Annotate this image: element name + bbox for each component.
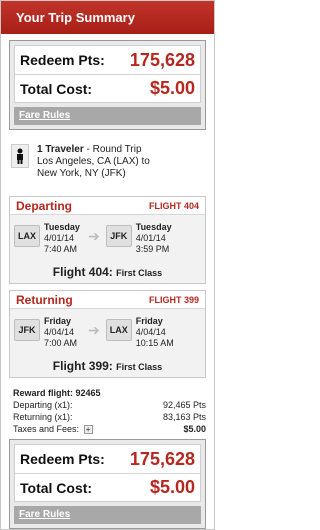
panel-title: Your Trip Summary bbox=[1, 1, 214, 34]
redeem-row-bottom: Redeem Pts: 175,628 bbox=[15, 445, 200, 473]
returning-from-code: JFK bbox=[14, 319, 40, 341]
redeem-label: Redeem Pts: bbox=[20, 52, 105, 68]
departing-cabin: First Class bbox=[116, 268, 163, 278]
departing-header: Departing FLIGHT 404 bbox=[10, 197, 205, 215]
departing-summary: Flight 404: First Class bbox=[10, 265, 205, 283]
redeem-row: Redeem Pts: 175,628 bbox=[15, 46, 200, 74]
reward-breakdown: Reward flight: 92465 Departing (x1): 92,… bbox=[13, 387, 206, 435]
departing-flight-summary: Flight 404: bbox=[52, 265, 113, 279]
traveler-info: 1 Traveler - Round Trip Los Angeles, CA … bbox=[11, 144, 206, 190]
redeem-value-bottom: 175,628 bbox=[129, 448, 195, 469]
total-value: $5.00 bbox=[149, 78, 195, 98]
returning-header: Returning FLIGHT 399 bbox=[10, 291, 205, 309]
departing-from-day: Tuesday bbox=[44, 222, 80, 232]
route-line-1: Los Angeles, CA (LAX) to bbox=[37, 156, 150, 167]
returning-body: JFK Friday 4/04/14 7:00 AM ➔ LAX Friday … bbox=[10, 309, 205, 359]
trip-summary-panel: Your Trip Summary Redeem Pts: 175,628 To… bbox=[0, 0, 215, 530]
departing-flight-box: Departing FLIGHT 404 LAX Tuesday 4/01/14… bbox=[9, 196, 206, 284]
reward-taxes-row: Taxes and Fees: + $5.00 bbox=[13, 423, 206, 435]
returning-to-time: 10:15 AM bbox=[135, 338, 174, 348]
returning-flight-summary: Flight 399: bbox=[52, 359, 113, 373]
departing-from-date: 4/01/14 bbox=[44, 233, 75, 243]
returning-title: Returning bbox=[16, 292, 73, 307]
departing-from-times: Tuesday 4/01/14 7:40 AM bbox=[44, 222, 86, 265]
total-row: Total Cost: $5.00 bbox=[15, 74, 200, 102]
total-row-bottom: Total Cost: $5.00 bbox=[15, 473, 200, 501]
returning-to-day: Friday bbox=[135, 316, 163, 326]
reward-returning-row: Returning (x1): 83,163 Pts bbox=[13, 411, 206, 423]
returning-from-times: Friday 4/04/14 7:00 AM bbox=[44, 316, 86, 359]
departing-to-times: Tuesday 4/01/14 3:59 PM bbox=[136, 222, 178, 265]
arrow-right-icon: ➔ bbox=[88, 322, 100, 338]
returning-to-code: LAX bbox=[105, 319, 132, 341]
fare-rules-link-bottom[interactable]: Fare Rules bbox=[14, 506, 201, 524]
departing-to-day: Tuesday bbox=[135, 222, 172, 232]
returning-summary: Flight 399: First Class bbox=[10, 359, 205, 377]
departing-to-date: 4/01/14 bbox=[135, 233, 166, 243]
reward-departing-value: 92,465 Pts bbox=[162, 400, 206, 410]
departing-from-code: LAX bbox=[14, 225, 40, 247]
total-label-bottom: Total Cost: bbox=[20, 479, 93, 496]
reward-returning-value: 83,163 Pts bbox=[162, 412, 206, 422]
redeem-label-bottom: Redeem Pts: bbox=[20, 451, 105, 467]
departing-from-time: 7:40 AM bbox=[44, 244, 78, 254]
returning-to-times: Friday 4/04/14 10:15 AM bbox=[136, 316, 178, 359]
reward-departing-row: Departing (x1): 92,465 Pts bbox=[13, 399, 206, 411]
returning-from-day: Friday bbox=[44, 316, 72, 326]
reward-taxes-value: $5.00 bbox=[183, 424, 206, 434]
trip-type: - Round Trip bbox=[86, 144, 142, 155]
arrow-right-icon: ➔ bbox=[88, 228, 100, 244]
departing-body: LAX Tuesday 4/01/14 7:40 AM ➔ JFK Tuesda… bbox=[10, 215, 205, 265]
cost-summary-inner: Redeem Pts: 175,628 Total Cost: $5.00 bbox=[14, 45, 201, 103]
total-value-bottom: $5.00 bbox=[149, 477, 195, 497]
returning-to-date: 4/04/14 bbox=[135, 327, 166, 337]
reward-returning-label: Returning (x1): bbox=[13, 412, 73, 422]
returning-flight-box: Returning FLIGHT 399 JFK Friday 4/04/14 … bbox=[9, 290, 206, 378]
person-icon bbox=[11, 144, 29, 168]
expand-taxes-icon[interactable]: + bbox=[83, 425, 93, 435]
cost-summary-top: Redeem Pts: 175,628 Total Cost: $5.00 Fa… bbox=[9, 40, 206, 130]
fare-rules-link[interactable]: Fare Rules bbox=[14, 107, 201, 125]
reward-departing-label: Departing (x1): bbox=[13, 400, 73, 410]
route-line-2: New York, NY (JFK) bbox=[37, 168, 126, 179]
cost-summary-bottom: Redeem Pts: 175,628 Total Cost: $5.00 Fa… bbox=[9, 439, 206, 529]
reward-title: Reward flight: 92465 bbox=[13, 388, 101, 398]
departing-title: Departing bbox=[16, 198, 73, 213]
returning-cabin: First Class bbox=[116, 362, 163, 372]
traveler-count: 1 Traveler bbox=[37, 144, 84, 155]
returning-flight-number: FLIGHT 399 bbox=[148, 294, 199, 305]
redeem-value: 175,628 bbox=[129, 49, 195, 70]
departing-to-time: 3:59 PM bbox=[135, 244, 170, 254]
departing-to-code: JFK bbox=[105, 225, 132, 247]
returning-from-time: 7:00 AM bbox=[44, 338, 78, 348]
total-label: Total Cost: bbox=[20, 80, 93, 97]
departing-flight-number: FLIGHT 404 bbox=[148, 200, 199, 211]
reward-taxes-label: Taxes and Fees: bbox=[13, 424, 80, 434]
cost-summary-inner-bottom: Redeem Pts: 175,628 Total Cost: $5.00 bbox=[14, 444, 201, 502]
traveler-text: 1 Traveler - Round Trip Los Angeles, CA … bbox=[37, 144, 150, 190]
returning-from-date: 4/04/14 bbox=[44, 327, 75, 337]
